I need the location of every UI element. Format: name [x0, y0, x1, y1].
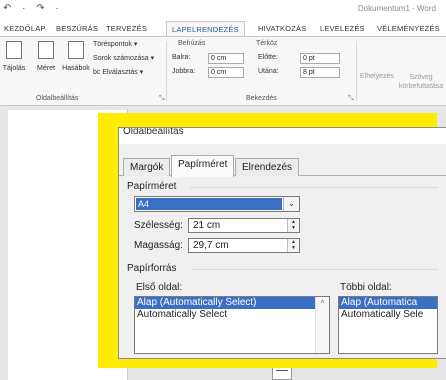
spacing-after-label: Utána:	[258, 68, 279, 75]
width-label: Szélesség:	[134, 220, 183, 231]
divider	[192, 269, 438, 270]
group-label-bekezdes: Bekezdés	[246, 95, 277, 102]
columns-icon	[68, 41, 84, 59]
dialog-launcher-icon[interactable]: ⤡	[348, 95, 354, 103]
list-item[interactable]: Automatically Sele	[339, 309, 437, 321]
quick-access-toolbar[interactable]: ↶ · ↷ ·	[3, 3, 63, 14]
separator	[356, 41, 357, 101]
position-button[interactable]: Elhelyezés	[360, 73, 394, 80]
line-numbers-button[interactable]: Sorok számozása ▾	[93, 54, 154, 62]
paper-size-section-label: Papírméret	[127, 181, 177, 192]
title-bar: ↶ · ↷ · Dokumentum1 - Word	[0, 0, 446, 18]
other-pages-list[interactable]: Alap (Automatica Automatically Sele	[338, 296, 438, 354]
indent-title: Behúzás	[178, 40, 206, 47]
tab-levelezes[interactable]: LEVELEZÉS	[320, 24, 365, 33]
dialog-tabs: Margók Papírméret Elrendezés	[119, 154, 446, 177]
dialog-title: Oldalbeállítás	[119, 128, 446, 144]
tab-papirmeret[interactable]: Papírméret	[171, 155, 235, 177]
spinner-icon[interactable]: ▲ ▼	[287, 239, 299, 252]
ribbon-tabs: KEZDŐLAP BESZÚRÁS TERVEZÉS LAPELRENDEZÉS…	[0, 18, 446, 40]
list-item[interactable]: Alap (Automatically Select)	[135, 297, 329, 309]
list-item[interactable]: Automatically Select	[135, 309, 329, 321]
paper-size-select[interactable]: A4 ⌄	[134, 196, 300, 212]
page-size-icon	[38, 41, 54, 59]
first-page-label: Első oldal:	[136, 282, 183, 293]
hyphenation-button[interactable]: bc Elválasztás ▾	[93, 68, 143, 76]
list-item[interactable]: Alap (Automatica	[339, 297, 437, 309]
paper-source-section-label: Papírforrás	[127, 263, 177, 274]
group-label-oldalbeallitas: Oldalbeállítás	[36, 95, 79, 102]
tab-elrendezes[interactable]: Elrendezés	[235, 158, 300, 176]
chevron-down-icon[interactable]: ⌄	[283, 197, 299, 211]
spacing-after-input[interactable]: 8 pt	[300, 67, 340, 78]
tab-tervezes[interactable]: TERVEZÉS	[106, 24, 147, 33]
ribbon: Tájolás Méret Hasábok Töréspontok ▾ Soro…	[0, 36, 446, 106]
tab-hivatkozas[interactable]: HIVATKOZÁS	[258, 24, 306, 33]
indent-left-label: Balra:	[172, 54, 191, 61]
width-field[interactable]: 21 cm ▲ ▼	[188, 218, 300, 233]
document-title: Dokumentum1 - Word	[357, 4, 436, 13]
breaks-button[interactable]: Töréspontok ▾	[93, 40, 137, 48]
columns-button[interactable]: Hasábok	[62, 41, 90, 72]
tab-kezdolap[interactable]: KEZDŐLAP	[4, 24, 46, 33]
indent-right-input[interactable]: 0 cm	[208, 67, 244, 78]
size-button[interactable]: Méret	[34, 41, 58, 72]
spacing-before-input[interactable]: 0 pt	[300, 53, 340, 64]
spinner-icon[interactable]: ▲ ▼	[287, 219, 299, 232]
height-field[interactable]: 29,7 cm ▲ ▼	[188, 238, 300, 253]
spacing-title: Térköz	[256, 40, 278, 47]
spacing-before-label: Előtte:	[258, 54, 278, 61]
tab-velemenyezes[interactable]: VÉLEMÉNYEZÉS	[377, 24, 440, 33]
scroll-up-icon[interactable]: ^	[315, 297, 329, 353]
orientation-button[interactable]: Tájolás	[2, 41, 26, 72]
tab-beszuras[interactable]: BESZÚRÁS	[56, 24, 98, 33]
wrap-text-button[interactable]: Szöveg körbefuttatása	[398, 73, 444, 91]
height-label: Magasság:	[134, 240, 183, 251]
other-pages-label: Többi oldal:	[340, 282, 392, 293]
separator	[166, 41, 167, 101]
indent-left-input[interactable]: 0 cm	[208, 53, 244, 64]
orientation-icon	[6, 41, 22, 59]
tab-margok[interactable]: Margók	[123, 158, 171, 176]
indent-right-label: Jobbra:	[172, 68, 196, 75]
dialog-launcher-icon[interactable]: ⤡	[159, 95, 165, 103]
first-page-list[interactable]: Alap (Automatically Select) Automaticall…	[134, 296, 330, 354]
divider	[190, 187, 438, 188]
